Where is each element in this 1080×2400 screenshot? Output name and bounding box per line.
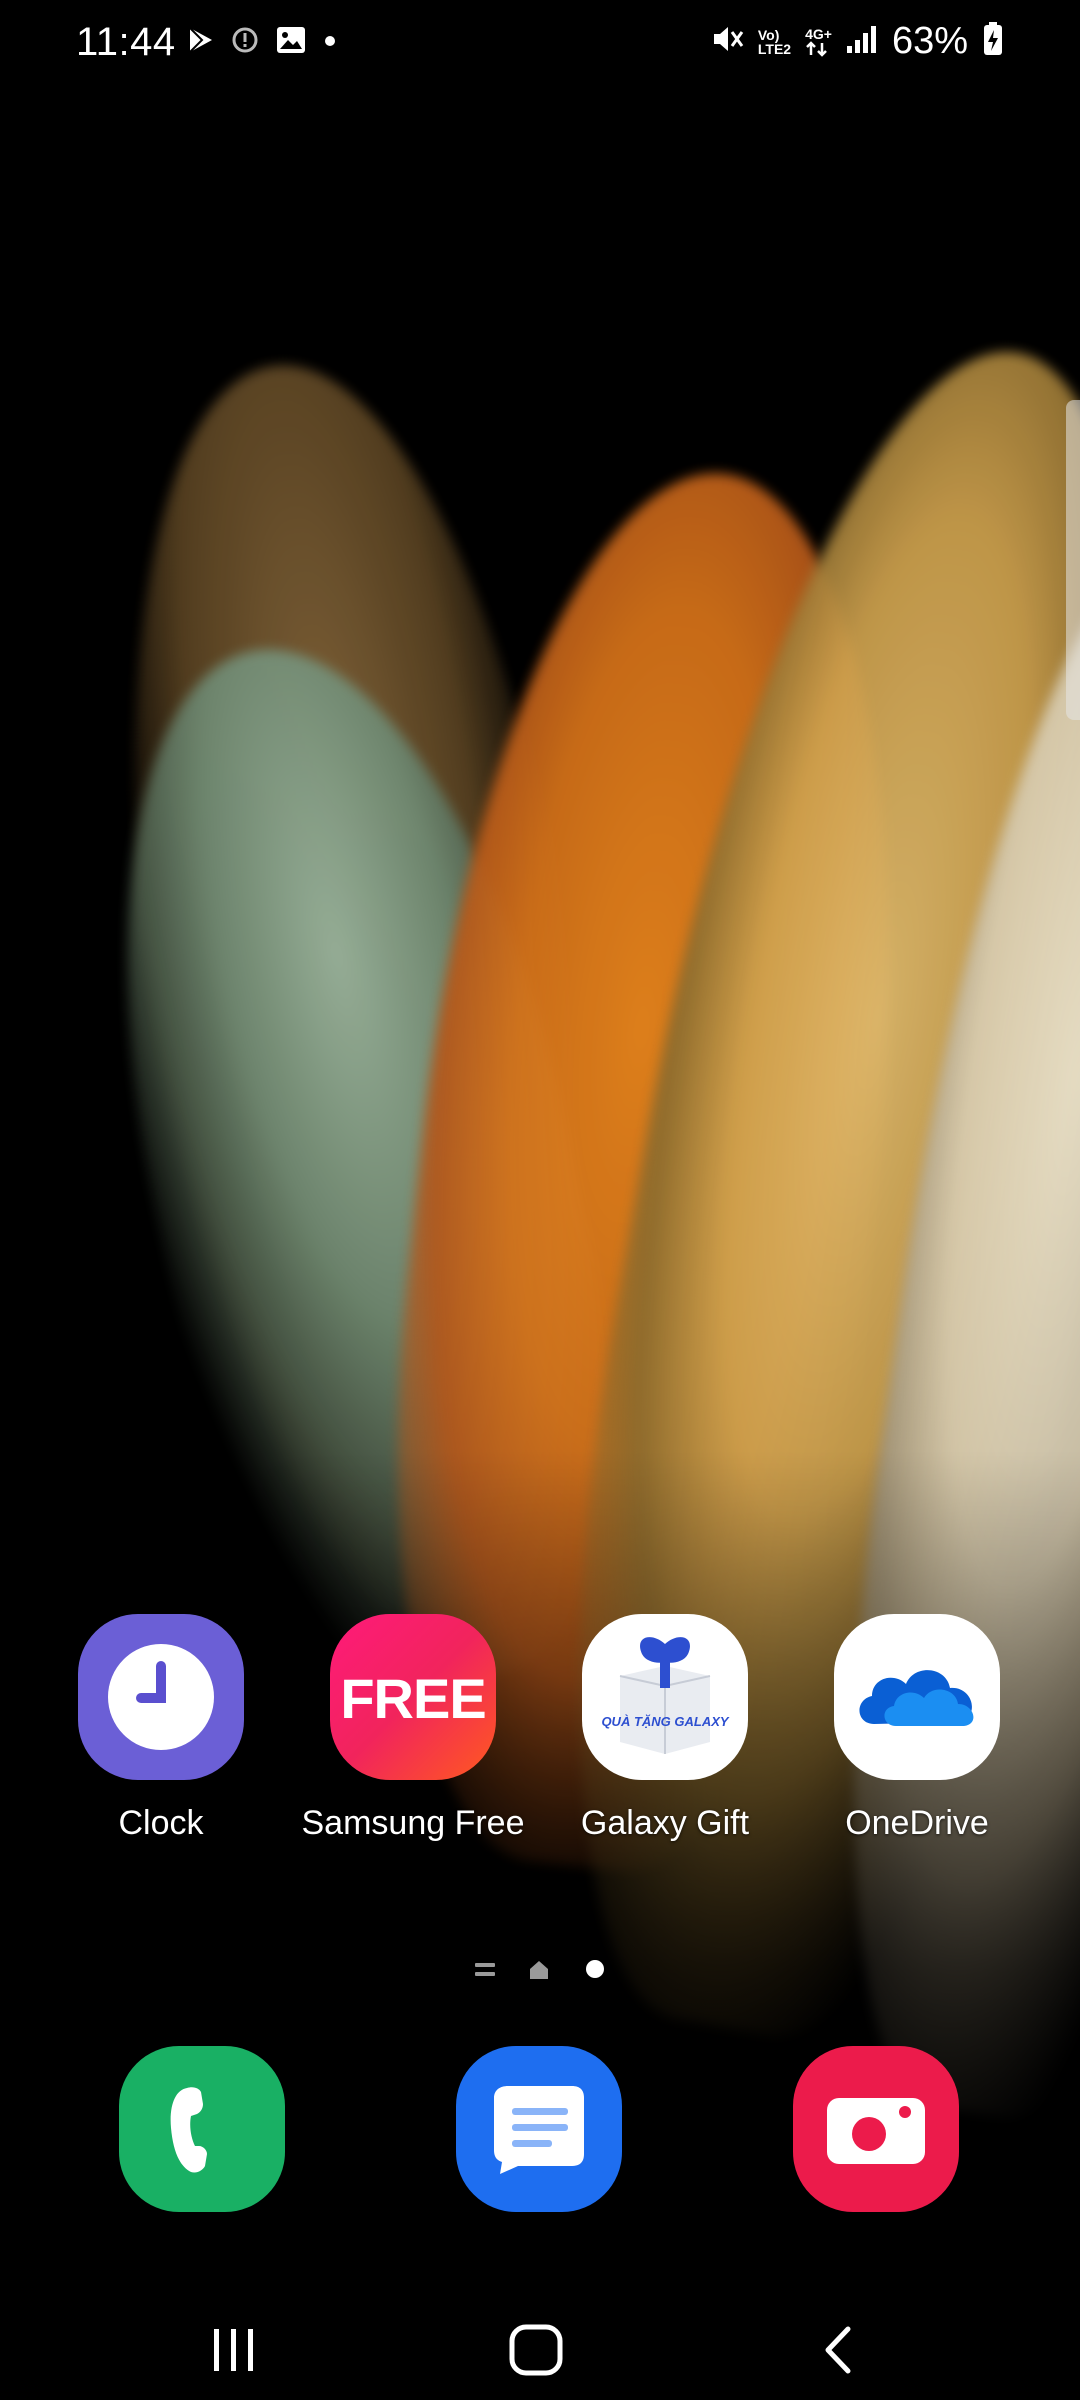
navigation-bar bbox=[0, 2300, 1080, 2400]
phone-icon[interactable] bbox=[119, 2046, 285, 2212]
home-screen: 11:44 Vo) LTE2 4G+ 63% Clock FREE Samsun… bbox=[0, 0, 1080, 2400]
samsung-free-icon-text: FREE bbox=[340, 1667, 486, 1730]
dot-icon bbox=[324, 34, 336, 52]
volte-top-label: Vo) bbox=[757, 26, 780, 43]
wallpaper bbox=[0, 0, 1080, 2400]
home-page-icon[interactable] bbox=[528, 1960, 550, 1985]
app-label-onedrive: OneDrive bbox=[845, 1804, 989, 1842]
galaxy-gift-icon-text: QUÀ TẶNG GALAXY bbox=[601, 1714, 729, 1729]
edge-panel-handle[interactable] bbox=[1066, 400, 1080, 720]
battery-charging-icon bbox=[982, 21, 1004, 62]
volte-bottom-label: LTE2 bbox=[757, 40, 792, 57]
mute-icon bbox=[710, 22, 744, 61]
alert-circle-icon bbox=[232, 27, 258, 58]
camera-icon[interactable] bbox=[793, 2046, 959, 2212]
home-button-icon[interactable] bbox=[496, 2310, 576, 2390]
wallpaper-shade bbox=[0, 1450, 1080, 2400]
clock-icon[interactable] bbox=[78, 1614, 244, 1780]
play-store-icon bbox=[188, 26, 214, 59]
notification-icons bbox=[188, 26, 336, 59]
network-type-label: 4G+ bbox=[805, 25, 832, 42]
app-label-galaxy-gift: Galaxy Gift bbox=[580, 1804, 750, 1842]
app-galaxy-gift[interactable]: QUÀ TẶNG GALAXY Galaxy Gift bbox=[540, 1614, 790, 1843]
current-page-dot[interactable] bbox=[584, 1958, 606, 1985]
app-samsung-free[interactable]: FREE Samsung Free bbox=[288, 1614, 538, 1843]
app-onedrive[interactable]: OneDrive bbox=[792, 1614, 1042, 1843]
status-time: 11:44 bbox=[76, 20, 176, 64]
signal-bars-icon bbox=[846, 24, 878, 59]
messages-icon[interactable] bbox=[456, 2046, 622, 2212]
status-icons: Vo) LTE2 4G+ 63% bbox=[710, 20, 1004, 63]
app-label-samsung-free: Samsung Free bbox=[301, 1804, 525, 1842]
image-icon bbox=[276, 26, 306, 59]
app-label-clock: Clock bbox=[118, 1804, 204, 1842]
dock bbox=[0, 2046, 1080, 2216]
gift-box-icon[interactable]: QUÀ TẶNG GALAXY bbox=[582, 1614, 748, 1780]
status-bar[interactable]: 11:44 Vo) LTE2 4G+ 63% bbox=[0, 0, 1080, 92]
data-arrows-icon: 4G+ bbox=[805, 27, 832, 57]
home-apps-row: Clock FREE Samsung Free QUÀ TẶNG GALAXY bbox=[0, 1614, 1080, 1864]
app-clock[interactable]: Clock bbox=[36, 1614, 286, 1843]
recent-apps-icon[interactable] bbox=[194, 2310, 274, 2390]
page-indicator[interactable] bbox=[0, 1950, 1080, 1990]
samsung-free-icon[interactable]: FREE bbox=[330, 1614, 496, 1780]
volte-icon: Vo) LTE2 bbox=[758, 28, 791, 56]
back-icon[interactable] bbox=[798, 2310, 878, 2390]
pages-list-icon[interactable] bbox=[474, 1960, 496, 1985]
battery-percent: 63% bbox=[891, 20, 968, 62]
onedrive-cloud-icon[interactable] bbox=[834, 1614, 1000, 1780]
